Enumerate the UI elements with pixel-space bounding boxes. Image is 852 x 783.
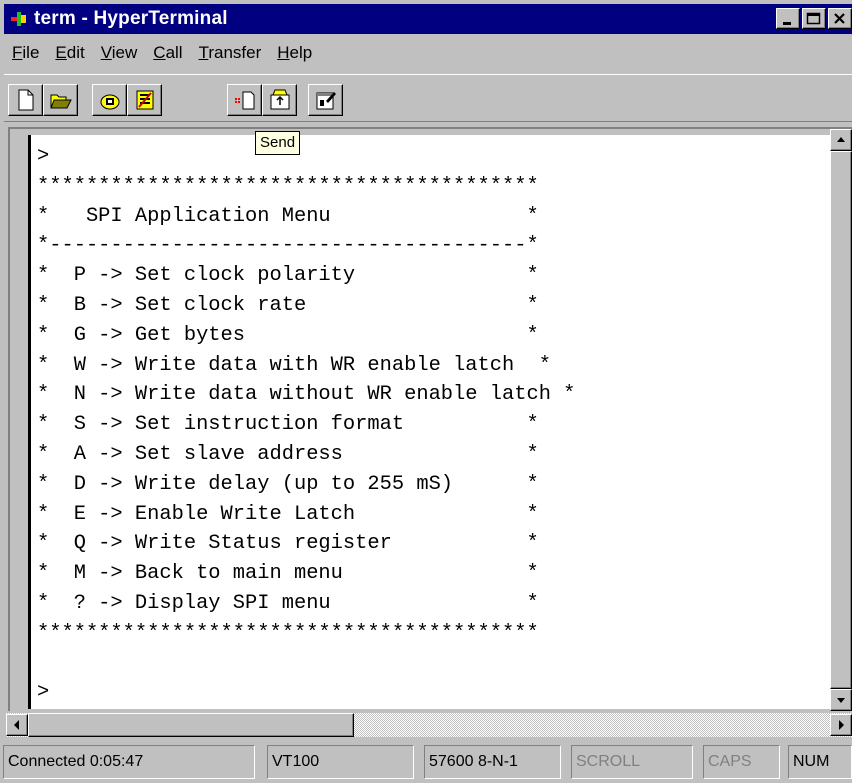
properties-icon: [316, 92, 336, 110]
close-icon: [834, 13, 845, 24]
maximize-button[interactable]: [802, 8, 826, 29]
terminal-frame: > **************************************…: [8, 127, 852, 711]
toolbar: [4, 74, 852, 122]
send-button[interactable]: [262, 84, 297, 116]
menu-file-mnemonic: F: [12, 43, 23, 62]
terminal-line: ****************************************…: [37, 174, 539, 198]
menu-edit[interactable]: Edit: [47, 43, 92, 63]
menu-transfer[interactable]: Transfer: [191, 43, 270, 63]
status-scroll: SCROLL: [571, 745, 693, 779]
terminal-line: * D -> Write delay (up to 255 mS) *: [37, 472, 539, 496]
menu-view-mnemonic: V: [100, 43, 112, 62]
terminal-line: * N -> Write data without WR enable latc…: [37, 383, 576, 407]
title-bar[interactable]: term - HyperTerminal: [4, 4, 852, 34]
maximize-icon: [806, 12, 821, 25]
menu-call[interactable]: Call: [145, 43, 190, 63]
property-tools: [308, 84, 343, 118]
minimize-icon: [783, 22, 791, 25]
disconnect-icon: [136, 90, 154, 110]
terminal-line: ****************************************…: [37, 621, 539, 645]
terminal-line: * S -> Set instruction format *: [37, 413, 539, 437]
window-title: term - HyperTerminal: [34, 8, 228, 29]
menu-call-mnemonic: C: [153, 43, 166, 62]
scroll-left-button[interactable]: [6, 714, 28, 736]
menu-call-rest: all: [165, 43, 183, 62]
menu-file[interactable]: File: [4, 43, 47, 63]
terminal-screen[interactable]: > **************************************…: [28, 135, 837, 709]
menu-bar: File Edit View Call Transfer Help: [4, 38, 320, 68]
status-port-settings: 57600 8-N-1: [424, 745, 561, 779]
menu-view-rest: iew: [111, 43, 138, 62]
scroll-down-button[interactable]: [830, 689, 852, 711]
terminal-line: * G -> Get bytes *: [37, 323, 539, 347]
disconnect-button[interactable]: [127, 84, 162, 116]
terminal-line: >: [37, 681, 50, 705]
status-bar: Connected 0:05:47 VT100 57600 8-N-1 SCRO…: [0, 741, 852, 783]
arrow-right-icon: [839, 720, 844, 730]
terminal-line: * B -> Set clock rate *: [37, 293, 539, 317]
terminal-line: *---------------------------------------…: [37, 234, 539, 258]
hyperterminal-window: term - HyperTerminal File Edit View Call…: [0, 0, 852, 783]
terminal-line: * P -> Set clock polarity *: [37, 264, 539, 288]
vertical-scrollbar[interactable]: [830, 129, 852, 711]
send-icon: [270, 89, 290, 110]
status-connected: Connected 0:05:47: [3, 745, 255, 779]
vertical-scroll-thumb[interactable]: [830, 151, 852, 689]
open-icon: [50, 94, 72, 109]
receive-button[interactable]: [227, 84, 262, 116]
menu-transfer-mnemonic: T: [198, 43, 209, 62]
terminal-line: * ? -> Display SPI menu *: [37, 591, 539, 615]
file-tools: [8, 84, 78, 118]
menu-transfer-rest: ransfer: [208, 43, 262, 62]
menu-file-rest: ile: [22, 43, 40, 62]
menu-view[interactable]: View: [93, 43, 146, 63]
receive-icon: [235, 91, 255, 110]
scroll-up-button[interactable]: [830, 129, 852, 151]
call-icon: [100, 94, 120, 110]
new-button[interactable]: [8, 84, 43, 116]
new-icon: [18, 89, 34, 111]
terminal-line: * W -> Write data with WR enable latch *: [37, 353, 551, 377]
scroll-right-button[interactable]: [830, 714, 852, 736]
terminal-line: * A -> Set slave address *: [37, 442, 539, 466]
status-emulation: VT100: [267, 745, 414, 779]
horizontal-scroll-thumb[interactable]: [28, 713, 354, 737]
arrow-up-icon: [837, 137, 845, 142]
menu-edit-rest: dit: [66, 43, 85, 62]
horizontal-scrollbar[interactable]: [6, 713, 852, 737]
menu-edit-mnemonic: E: [55, 43, 67, 62]
send-tooltip: Send: [255, 131, 301, 155]
status-caps: CAPS: [703, 745, 780, 779]
call-button[interactable]: [92, 84, 127, 116]
terminal-line: * M -> Back to main menu *: [37, 562, 539, 586]
menu-help-mnemonic: H: [277, 43, 290, 62]
arrow-down-icon: [837, 698, 845, 703]
properties-button[interactable]: [308, 84, 343, 116]
transfer-tools: [227, 84, 297, 118]
menu-help-rest: elp: [289, 43, 313, 62]
call-tools: [92, 84, 162, 118]
status-num: NUM: [788, 745, 852, 779]
minimize-button[interactable]: [776, 8, 800, 29]
terminal-line: * E -> Enable Write Latch *: [37, 502, 539, 526]
hyperterminal-app-icon[interactable]: [10, 10, 28, 28]
terminal-line: >: [37, 145, 50, 168]
arrow-left-icon: [14, 720, 19, 730]
terminal-line: * SPI Application Menu *: [37, 204, 539, 228]
terminal-output: > **************************************…: [31, 135, 837, 708]
open-button[interactable]: [43, 84, 78, 116]
menu-help[interactable]: Help: [269, 43, 320, 63]
close-button[interactable]: [828, 8, 852, 29]
terminal-line: * Q -> Write Status register *: [37, 532, 539, 556]
